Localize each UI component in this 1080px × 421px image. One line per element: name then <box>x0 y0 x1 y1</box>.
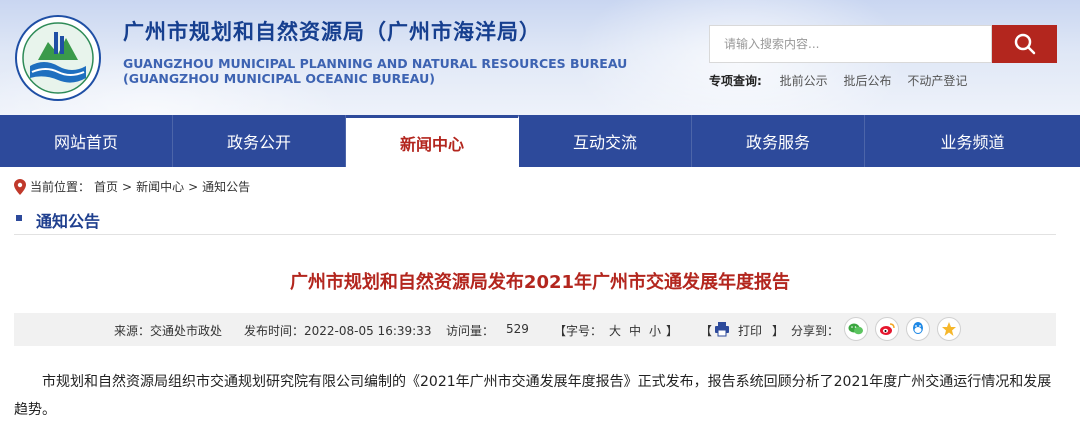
article-source: 来源：交通处市政处 <box>114 324 223 338</box>
share-label: 分享到： <box>791 324 840 338</box>
quick-query: 专项查询: 批前公示 批后公布 不动产登记 <box>709 72 979 89</box>
print-button[interactable]: 打印 <box>738 322 762 339</box>
font-size-end: 】 <box>666 324 679 338</box>
nav-item-interaction[interactable]: 互动交流 <box>519 115 692 167</box>
search-button[interactable] <box>992 25 1057 63</box>
article-title: 广州市规划和自然资源局发布2021年广州市交通发展年度报告 <box>289 272 791 293</box>
breadcrumb-separator: > <box>122 179 133 194</box>
quick-query-item[interactable]: 批前公示 <box>780 74 828 88</box>
quick-query-label: 专项查询: <box>709 74 762 88</box>
article-body: 市规划和自然资源局组织市交通规划研究院有限公司编制的《2021年广州市交通发展年… <box>14 374 1052 418</box>
article-publish-time: 发布时间：2022-08-05 16:39:33 <box>244 324 432 338</box>
nav-item-services[interactable]: 政务服务 <box>692 115 865 167</box>
bureau-logo-icon[interactable] <box>14 14 102 102</box>
site-header: 广州市规划和自然资源局（广州市海洋局） GUANGZHOU MUNICIPAL … <box>0 0 1080 115</box>
wechat-icon[interactable] <box>844 317 868 341</box>
site-title-en: GUANGZHOU MUNICIPAL PLANNING AND NATURAL… <box>123 56 627 86</box>
quick-query-item[interactable]: 批后公布 <box>843 74 891 88</box>
breadcrumb: 当前位置： 首页 > 新闻中心 > 通知公告 <box>14 178 254 195</box>
breadcrumb-home[interactable]: 首页 <box>94 178 118 195</box>
search-input[interactable]: 请输入搜索内容... <box>709 25 992 63</box>
breadcrumb-separator: > <box>188 179 199 194</box>
article-meta-bar: 来源：交通处市政处 发布时间：2022-08-05 16:39:33 访问量： … <box>14 313 1056 346</box>
qq-icon[interactable] <box>906 317 930 341</box>
nav-item-gov-info[interactable]: 政务公开 <box>173 115 346 167</box>
breadcrumb-news[interactable]: 新闻中心 <box>136 178 184 195</box>
breadcrumb-notice[interactable]: 通知公告 <box>202 178 250 195</box>
nav-item-home[interactable]: 网站首页 <box>0 115 173 167</box>
section-marker <box>16 215 22 221</box>
location-pin-icon <box>14 178 26 195</box>
section-title: 通知公告 <box>36 212 101 231</box>
main-nav: 网站首页 政务公开 新闻中心 互动交流 政务服务 业务频道 <box>0 115 1080 167</box>
nav-item-business[interactable]: 业务频道 <box>865 115 1080 167</box>
article-visits-count: 529 <box>506 322 529 336</box>
site-title-en-line2: (GUANGZHOU MUNICIPAL OCEANIC BUREAU) <box>123 71 435 86</box>
quick-query-item[interactable]: 不动产登记 <box>907 74 967 88</box>
nav-item-news[interactable]: 新闻中心 <box>346 115 519 167</box>
font-size-label: 【字号： <box>554 324 603 338</box>
font-size-medium[interactable]: 中 <box>629 322 641 339</box>
article-visits-label: 访问量： <box>446 324 495 338</box>
search-icon <box>1014 33 1035 55</box>
print-bracket-open: 【 <box>700 324 713 338</box>
breadcrumb-prefix: 当前位置： <box>30 180 91 194</box>
site-title-en-line1: GUANGZHOU MUNICIPAL PLANNING AND NATURAL… <box>123 56 628 71</box>
site-title-cn: 广州市规划和自然资源局（广州市海洋局） <box>123 20 541 44</box>
font-size-small[interactable]: 小 <box>649 322 661 339</box>
font-size-large[interactable]: 大 <box>609 322 621 339</box>
section-header: 通知公告 <box>14 205 1056 235</box>
print-icon[interactable] <box>714 321 730 340</box>
weibo-icon[interactable] <box>875 317 899 341</box>
qzone-icon[interactable] <box>937 317 961 341</box>
print-bracket-close: 】 <box>772 324 785 338</box>
